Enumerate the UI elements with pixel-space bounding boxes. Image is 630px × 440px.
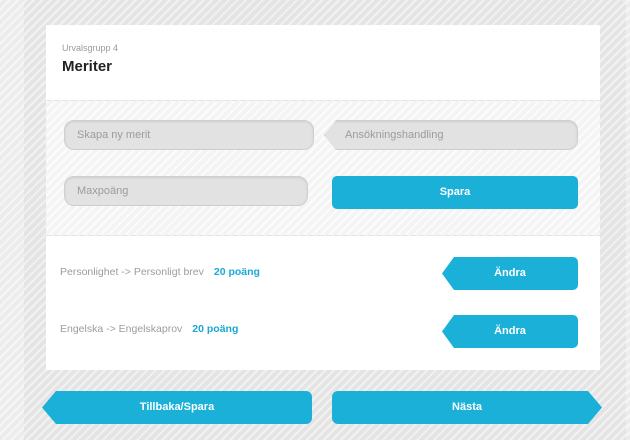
list-item: Engelska -> Engelskaprov 20 poäng — [60, 323, 238, 335]
group-subtitle: Urvalsgrupp 4 — [62, 43, 119, 53]
header-card: Urvalsgrupp 4 Meriter — [46, 25, 600, 100]
new-merit-form: Spara — [46, 101, 600, 235]
page-title: Meriter — [62, 58, 113, 75]
new-merit-input[interactable] — [64, 120, 314, 150]
list-item: Personlighet -> Personligt brev 20 poäng — [60, 266, 260, 278]
application-document-input[interactable] — [324, 120, 578, 150]
save-button[interactable]: Spara — [332, 176, 578, 209]
next-button[interactable]: Nästa — [332, 391, 602, 424]
max-points-input[interactable] — [64, 176, 308, 206]
merit-list: Personlighet -> Personligt brev 20 poäng … — [46, 236, 600, 370]
merit-points: 20 poäng — [192, 323, 239, 335]
change-button[interactable]: Ändra — [442, 257, 578, 290]
merit-points: 20 poäng — [213, 266, 260, 278]
merit-label: Engelska -> Engelskaprov — [60, 323, 183, 335]
back-save-button[interactable]: Tillbaka/Spara — [42, 391, 312, 424]
merit-label: Personlighet -> Personligt brev — [60, 266, 204, 278]
change-button[interactable]: Ändra — [442, 315, 578, 348]
